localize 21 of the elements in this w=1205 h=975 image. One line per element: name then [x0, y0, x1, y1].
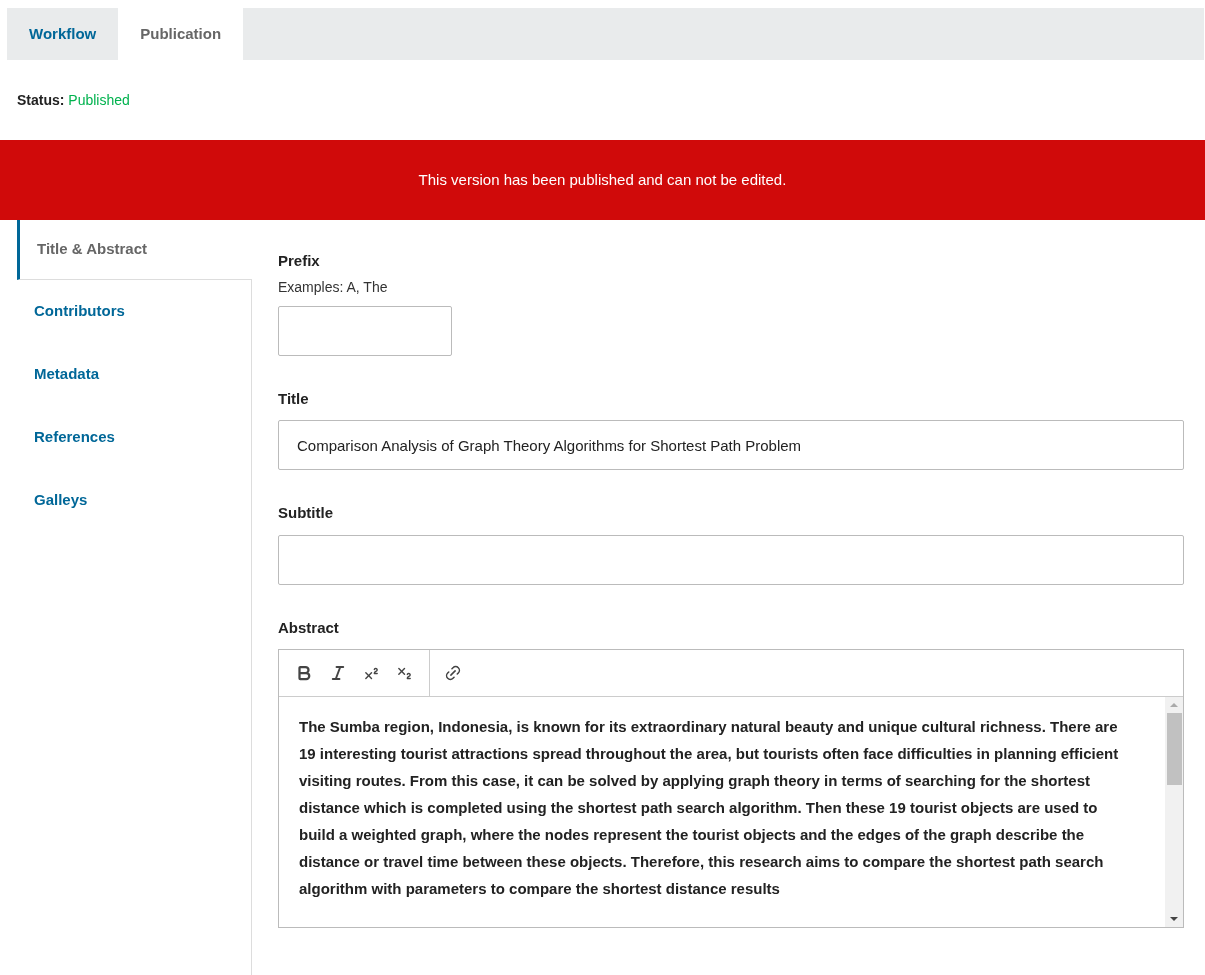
- alert-banner: This version has been published and can not be edited.: [0, 140, 1205, 220]
- italic-icon[interactable]: [329, 664, 347, 682]
- sidebar-item[interactable]: Galleys: [17, 469, 252, 532]
- title-input[interactable]: Comparison Analysis of Graph Theory Algorithms for Shortest Path Problem: [278, 420, 1184, 470]
- field-description: Examples: A, The: [278, 277, 389, 297]
- field-label: Subtitle: [278, 503, 334, 523]
- subtitle-input[interactable]: [278, 534, 1184, 585]
- prefix-input[interactable]: [278, 305, 452, 356]
- field-label: Title: [278, 388, 310, 409]
- field-label: Prefix: [278, 251, 321, 271]
- status-value: Published: [68, 92, 130, 108]
- bold-icon[interactable]: [295, 664, 313, 682]
- sidebar-item[interactable]: References: [17, 406, 252, 469]
- status-label: Status:: [17, 92, 65, 108]
- tab[interactable]: Publication: [118, 8, 244, 60]
- abstract-text[interactable]: The Sumba region, Indonesia, is known for its extraordinary natural beauty and unique cultural richness. There are 19 interesting tourist attractions spread throughout the area, but tourists often face difficulties in planning efficient visiting routes. From this case, it can be solved by applying graph theory in terms of searching for the shortest distance which is completed using the shortest path search algorithm. Then these 19 tourist objects are used to build a weighted graph, where the nodes represent the tourist objects and the edges of the graph describe the distance or travel time between these objects. Therefore, this research aims to compare the shortest path search algorithm with parameters to compare the shortest distance results: [279, 697, 1165, 927]
- scrollbar[interactable]: [1165, 697, 1183, 927]
- sidebar-item[interactable]: Metadata: [17, 343, 252, 406]
- sidebar-item[interactable]: Title & Abstract: [17, 220, 252, 280]
- sidebar-item[interactable]: Contributors: [17, 280, 252, 343]
- field-label: Abstract: [278, 617, 340, 638]
